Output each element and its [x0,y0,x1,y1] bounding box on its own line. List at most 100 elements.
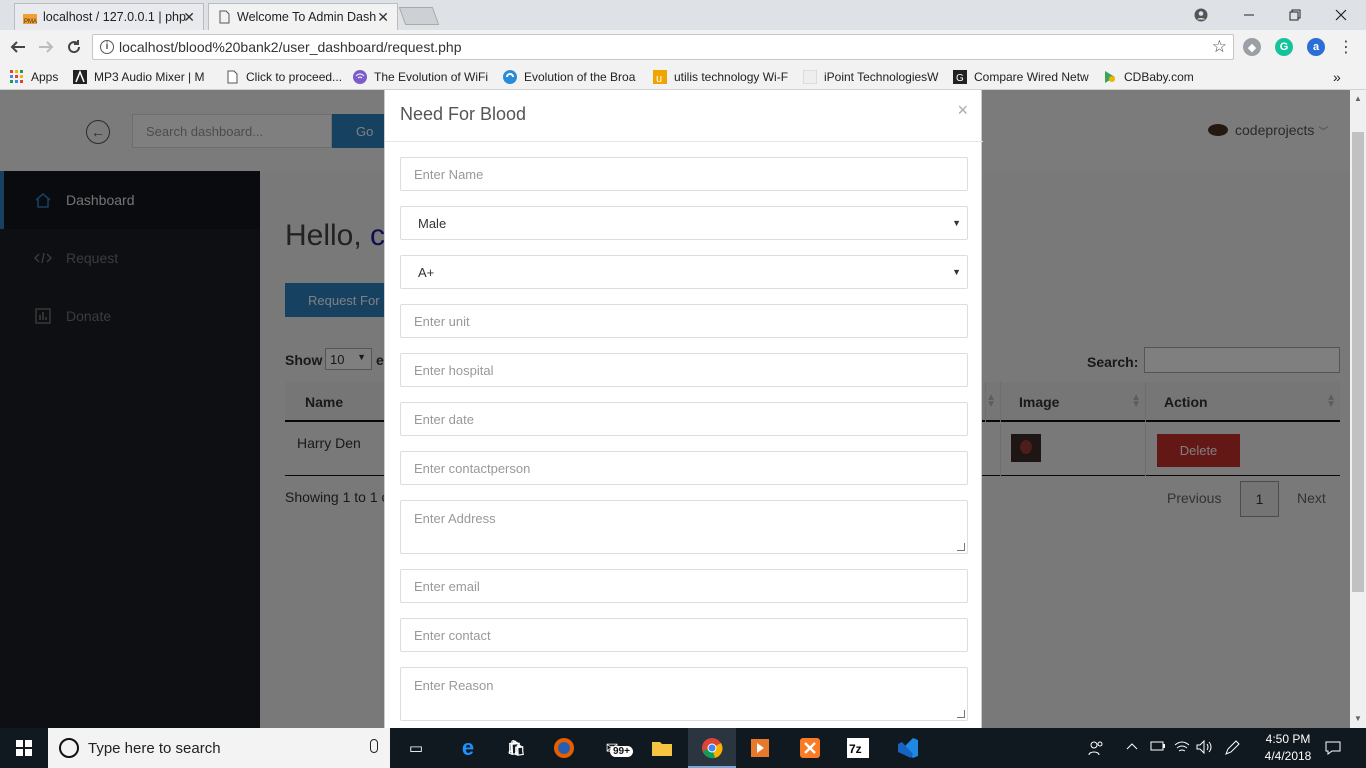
xampp-icon[interactable] [798,736,822,760]
blood-group-select[interactable]: A+ ▼ [400,255,968,289]
firefox-icon[interactable] [552,736,576,760]
close-icon[interactable]: × [957,100,968,121]
hospital-field[interactable]: Enter hospital [400,353,968,387]
action-center-icon[interactable] [1325,740,1341,759]
resize-handle-icon[interactable] [957,543,965,551]
menu-dots-icon[interactable]: ⋮ [1334,35,1358,59]
bookmark-label: Compare Wired Netw [974,70,1089,84]
resize-handle-icon[interactable] [957,710,965,718]
bookmark-label: CDBaby.com [1124,70,1194,84]
bookmark-compare-wired[interactable]: G Compare Wired Netw [953,68,1091,86]
page-scrollbar[interactable]: ▲ ▼ [1350,90,1366,728]
windows-start-icon[interactable] [16,740,32,756]
bookmark-label: Evolution of the Broa [524,70,636,84]
battery-icon[interactable] [1150,740,1166,755]
more-bookmarks-icon[interactable]: » [1333,68,1341,86]
reason-placeholder: Enter Reason [414,678,494,693]
chevron-up-icon[interactable] [1126,740,1138,755]
minimize-icon[interactable] [1226,0,1272,30]
scroll-down-icon[interactable]: ▼ [1354,714,1362,723]
bookmark-evolution-broadband[interactable]: Evolution of the Broa [503,68,639,86]
bookmark-label: Click to proceed... [246,70,343,84]
address-textarea[interactable]: Enter Address [400,500,968,554]
edge-icon[interactable]: e [456,735,480,760]
need-for-blood-modal: Need For Blood × Enter Name Male ▼ A+ ▼ … [384,90,983,728]
cdbaby-icon [1105,71,1115,83]
phpmyadmin-icon: PMA [23,14,37,24]
browser-toolbar: i localhost/blood%20bank2/user_dashboard… [0,30,1366,64]
email-field[interactable]: Enter email [400,569,968,603]
system-clock[interactable]: 4:50 PM 4/4/2018 [1258,731,1318,765]
modal-header: Need For Blood × [385,90,983,142]
extension-a-icon[interactable]: a [1307,38,1325,56]
forward-arrow-icon[interactable] [34,35,58,59]
mail-count-badge: 99+ [610,746,633,757]
back-arrow-icon[interactable] [6,35,30,59]
wifi-site-icon [353,70,367,84]
dropdown-caret-icon: ▼ [952,218,961,228]
grammarly-icon[interactable]: G [1275,38,1293,56]
contact-field[interactable]: Enter contact [400,618,968,652]
tab-close-icon[interactable]: ✕ [377,9,389,26]
bookmark-evolution-wifi[interactable]: The Evolution of WiFi [353,68,489,86]
date-field[interactable]: Enter date [400,402,968,436]
bookmark-label: MP3 Audio Mixer | M [94,70,205,84]
blood-group-value: A+ [418,264,435,280]
address-placeholder: Enter Address [414,511,496,526]
bookmark-star-icon[interactable]: ☆ [1212,37,1227,57]
task-view-icon[interactable]: ▭ [404,736,428,760]
modal-title: Need For Blood [400,104,527,124]
clock-date: 4/4/2018 [1264,749,1312,763]
reason-textarea[interactable]: Enter Reason [400,667,968,721]
chrome-icon[interactable] [700,736,724,760]
bookmark-mp3-mixer[interactable]: MP3 Audio Mixer | M [73,68,213,86]
svg-text:G: G [956,73,964,84]
svg-text:7z: 7z [849,742,862,756]
bookmark-ipoint[interactable]: iPoint TechnologiesW [803,68,941,86]
browser-tab-dashboard[interactable]: Welcome To Admin Dash ✕ [208,3,398,30]
tab-close-icon[interactable]: ✕ [183,9,195,26]
bookmark-apps[interactable]: Apps [10,68,58,86]
clock-time: 4:50 PM [1265,732,1311,746]
restore-icon[interactable] [1272,0,1318,30]
bookmark-label: iPoint TechnologiesW [824,70,939,84]
scrollbar-thumb[interactable] [1352,132,1364,592]
apps-grid-icon [10,70,23,83]
wifi-icon[interactable] [1174,740,1190,757]
bookmark-cdbaby[interactable]: CDBaby.com [1103,68,1194,86]
windows-taskbar: Type here to search ▭ e 🛍 ✉ 99+ 7z [0,728,1366,768]
bookmark-click-to-proceed[interactable]: Click to proceed... [225,68,345,86]
media-player-icon[interactable] [748,736,772,760]
vscode-icon[interactable] [896,736,920,760]
people-icon[interactable] [1088,740,1104,759]
extension-icon[interactable]: ◆ [1243,38,1261,56]
browser-tab-phpmyadmin[interactable]: PMA localhost / 127.0.0.1 | php ✕ [14,3,204,30]
reload-icon[interactable] [62,35,86,59]
pen-icon[interactable] [1224,740,1240,759]
name-field[interactable]: Enter Name [400,157,968,191]
profile-icon[interactable] [1178,0,1224,30]
window-close-icon[interactable] [1318,0,1364,30]
bookmark-label: utilis technology Wi-F [674,70,789,84]
browser-tabstrip: PMA localhost / 127.0.0.1 | php ✕ Welcom… [0,0,1366,30]
contact-person-field[interactable]: Enter contactperson [400,451,968,485]
gender-value: Male [418,215,447,231]
scroll-up-icon[interactable]: ▲ [1354,94,1362,103]
new-tab-button[interactable] [398,7,440,25]
gender-select[interactable]: Male ▼ [400,206,968,240]
cortana-icon [59,738,79,758]
bookmarks-bar: Apps MP3 Audio Mixer | M Click to procee… [0,64,1366,90]
unit-field[interactable]: Enter unit [400,304,968,338]
taskbar-search-box[interactable]: Type here to search [48,728,390,768]
volume-icon[interactable] [1196,739,1212,757]
mixer-icon [73,70,87,84]
7zip-icon[interactable]: 7z [846,736,870,760]
address-bar[interactable]: i localhost/blood%20bank2/user_dashboard… [92,34,1234,60]
bookmark-utilis[interactable]: u utilis technology Wi-F [653,68,791,86]
store-icon[interactable]: 🛍 [504,736,528,760]
ipoint-icon [803,70,817,84]
site-info-icon[interactable]: i [100,40,114,54]
file-explorer-icon[interactable] [650,736,674,760]
microphone-icon[interactable] [370,739,378,753]
taskbar-search-placeholder: Type here to search [88,739,221,757]
